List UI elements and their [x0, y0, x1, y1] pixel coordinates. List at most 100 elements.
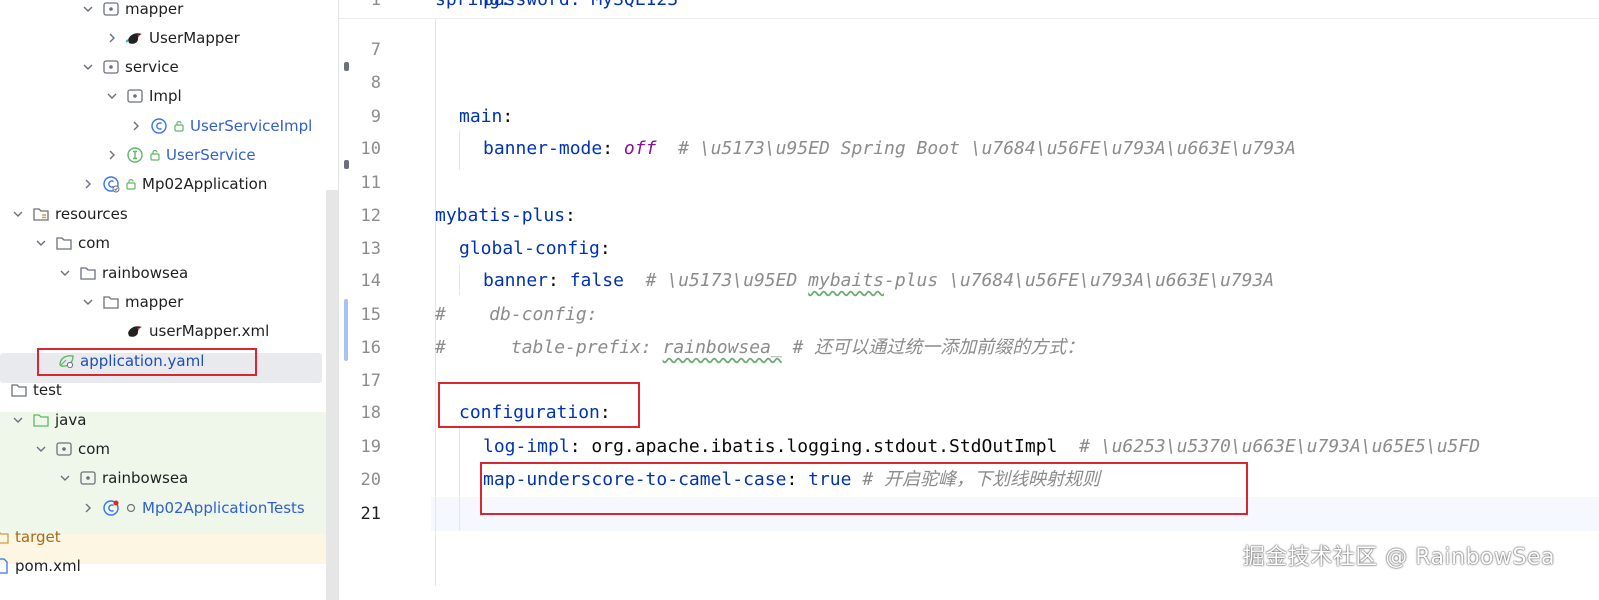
- chevron-down-icon[interactable]: [57, 470, 73, 486]
- chevron-down-icon[interactable]: [33, 441, 49, 457]
- chevron-down-icon[interactable]: [80, 294, 96, 310]
- sticky-header: 1 spring: password: MySQL123: [339, 0, 1599, 19]
- yaml-value: org.apache.ibatis.logging.stdout.StdOutI…: [591, 436, 1058, 457]
- yaml-key: banner: [483, 270, 549, 291]
- chevron-down-icon[interactable]: [80, 1, 96, 17]
- code-line-9[interactable]: main:: [459, 101, 513, 133]
- tree-item-usermapper[interactable]: UserMapper: [104, 23, 240, 53]
- tree-item-userserviceimpl[interactable]: UserServiceImpl: [128, 111, 312, 141]
- test-folder-icon: [32, 411, 50, 429]
- package-private-icon: [125, 502, 137, 514]
- tree-item-service-package[interactable]: service: [80, 52, 179, 82]
- yaml-key: banner-mode: [483, 138, 603, 159]
- yaml-value: false: [569, 270, 624, 291]
- line-number: 1: [370, 0, 381, 10]
- line-number: 17: [360, 371, 381, 391]
- package-icon: [79, 469, 97, 487]
- tree-item-label: UserService: [166, 146, 256, 164]
- tree-item-label: userMapper.xml: [149, 322, 270, 340]
- project-tree: mapper UserMapper service Impl UserServi…: [0, 0, 338, 600]
- tree-item-mapper-folder[interactable]: mapper: [80, 287, 183, 317]
- annotation-box-camel-case: [480, 462, 1248, 515]
- tree-scrollbar[interactable]: [326, 190, 338, 600]
- chevron-right-icon[interactable]: [128, 118, 144, 134]
- chevron-down-icon[interactable]: [10, 206, 26, 222]
- tree-item-userservice[interactable]: UserService: [104, 140, 256, 170]
- chevron-down-icon[interactable]: [57, 265, 73, 281]
- line-number: 19: [360, 437, 381, 457]
- tree-item-rainbowsea-folder[interactable]: rainbowsea: [57, 258, 188, 288]
- tree-item-label: Mp02ApplicationTests: [142, 499, 305, 517]
- tree-item-label: rainbowsea: [102, 264, 189, 282]
- yaml-key: global-config: [459, 238, 600, 259]
- package-icon: [126, 87, 144, 105]
- chevron-right-icon[interactable]: [80, 500, 96, 516]
- tree-item-com-package[interactable]: com: [33, 434, 110, 464]
- yaml-comment: # \u5173\u95ED Spring Boot \u7684\u56FE\…: [678, 138, 1296, 159]
- code-line-15[interactable]: # db-config:: [435, 299, 598, 331]
- tree-item-label: target: [15, 528, 61, 546]
- tree-item-java-test-folder[interactable]: java: [10, 405, 86, 435]
- interface-icon: [126, 146, 144, 164]
- tree-item-impl-package[interactable]: Impl: [104, 81, 182, 111]
- tree-item-target[interactable]: target: [0, 522, 61, 552]
- chevron-down-icon[interactable]: [10, 412, 26, 428]
- sticky-line-6: password: MySQL123: [483, 0, 678, 16]
- code-line-10[interactable]: banner-mode: off # \u5173\u95ED Spring B…: [483, 133, 1296, 165]
- chevron-down-icon[interactable]: [33, 235, 49, 251]
- tree-item-label: mapper: [125, 293, 184, 311]
- tree-item-rainbowsea-package[interactable]: rainbowsea: [57, 463, 188, 493]
- public-modifier-icon: [149, 149, 161, 161]
- code-line-16[interactable]: # table-prefix: rainbowsea_ # 还可以通过统一添加前…: [435, 332, 1084, 364]
- yaml-key: password: MySQL123: [483, 0, 678, 10]
- line-number: 16: [360, 338, 381, 358]
- tree-item-label: Impl: [149, 87, 182, 105]
- annotation-box-application-yaml: [37, 348, 257, 376]
- yaml-comment: # db-config:: [435, 304, 598, 325]
- code-line-14[interactable]: banner: false # \u5173\u95ED mybaits-plu…: [483, 265, 1274, 297]
- tree-item-resources[interactable]: resources: [10, 199, 128, 229]
- yaml-comment: # \u6253\u5370\u663E\u793A\u65E5\u5FD: [1079, 436, 1481, 457]
- tree-item-label: Mp02Application: [142, 175, 268, 193]
- code-line-12[interactable]: mybatis-plus:: [435, 200, 576, 232]
- code-line-19[interactable]: log-impl: org.apache.ibatis.logging.stdo…: [483, 431, 1480, 463]
- folder-icon: [102, 293, 120, 311]
- watermark: 掘金技术社区 @ RainbowSea: [1242, 545, 1555, 570]
- line-number-current: 21: [360, 504, 381, 524]
- mybatis-bird-icon: [126, 29, 144, 47]
- line-number: 14: [360, 271, 381, 291]
- yaml-editor[interactable]: 1 spring: password: MySQL123 7 8 9 main:…: [339, 0, 1599, 600]
- chevron-right-icon[interactable]: [104, 30, 120, 46]
- line-number: 13: [360, 239, 381, 259]
- tree-item-pom-xml[interactable]: pom.xml: [0, 551, 81, 581]
- chevron-right-icon[interactable]: [104, 147, 120, 163]
- tree-item-label: resources: [55, 205, 128, 223]
- tree-item-mp02application[interactable]: Mp02Application: [80, 169, 267, 199]
- chevron-down-icon[interactable]: [104, 88, 120, 104]
- typo-squiggle-text: rainbowsea_: [662, 337, 782, 358]
- indent-guide: [459, 265, 460, 295]
- yaml-comment: # table-prefix:: [435, 337, 663, 358]
- line-number: 11: [360, 173, 381, 193]
- code-line-13[interactable]: global-config:: [459, 233, 611, 265]
- tree-item-label: com: [78, 234, 111, 252]
- tree-item-label: pom.xml: [15, 557, 81, 575]
- mybatis-bird-icon: [126, 322, 144, 340]
- yaml-comment: # \u5173\u95ED: [645, 270, 809, 291]
- tree-item-com-folder[interactable]: com: [33, 228, 110, 258]
- folder-icon: [10, 381, 28, 399]
- package-icon: [55, 440, 73, 458]
- tree-item-label: UserMapper: [149, 29, 240, 47]
- tree-item-test-folder[interactable]: test: [10, 375, 62, 405]
- chevron-right-icon[interactable]: [80, 176, 96, 192]
- yaml-value: off: [623, 138, 657, 159]
- chevron-down-icon[interactable]: [80, 59, 96, 75]
- yaml-key: mybatis-plus: [435, 205, 566, 226]
- tree-item-mapper-package[interactable]: mapper: [80, 0, 183, 24]
- tree-item-label: mapper: [125, 0, 184, 18]
- yaml-comment: # 还可以通过统一添加前缀的方式：: [781, 337, 1085, 358]
- tree-item-usermapper-xml[interactable]: userMapper.xml: [126, 316, 269, 346]
- tree-item-mp02applicationtests[interactable]: Mp02ApplicationTests: [80, 493, 305, 523]
- typo-squiggle-text: mybaits: [808, 270, 885, 291]
- line-number: 7: [370, 40, 381, 60]
